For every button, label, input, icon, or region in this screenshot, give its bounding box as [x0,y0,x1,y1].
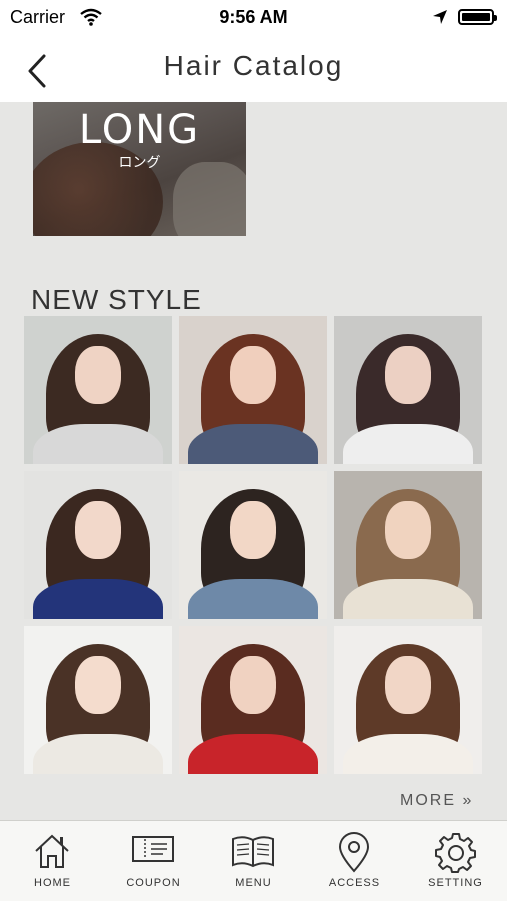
tab-bar: HOME COUPON MENU ACCESS SETTING [0,820,507,901]
photo-shape [385,656,431,714]
photo-shape [188,424,318,464]
category-subtitle: ロング [118,154,161,170]
photo-shape [343,734,473,774]
section-title: NEW STYLE [31,284,202,315]
style-photo[interactable] [24,471,172,619]
status-bar: Carrier 9:56 AM [0,0,507,36]
tab-label-coupon: COUPON [126,877,181,889]
style-photo[interactable] [334,316,482,464]
tab-setting[interactable]: SETTING [405,821,506,901]
photo-shape [343,579,473,619]
clock: 9:56 AM [219,7,288,27]
photo-shape [75,346,121,404]
style-photo[interactable] [179,626,327,774]
photo-shape [33,734,163,774]
photo-shape [33,579,163,619]
gear-icon [435,833,476,873]
page-title: Hair Catalog [163,50,344,81]
photo-shape [33,424,163,464]
photo-shape [75,501,121,559]
tab-menu[interactable]: MENU [203,821,304,901]
more-link[interactable]: MORE » [400,792,473,810]
menu-book-icon [232,836,274,868]
style-photo[interactable] [24,626,172,774]
photo-shape [385,346,431,404]
location-arrow-icon [432,9,448,30]
photo-shape [75,656,121,714]
style-photo[interactable] [179,316,327,464]
photo-shape [230,346,276,404]
style-photo[interactable] [334,471,482,619]
tab-home[interactable]: HOME [2,821,103,901]
photo-shape [188,579,318,619]
tab-label-setting: SETTING [428,877,483,889]
photo-shape [230,501,276,559]
coupon-icon [132,836,174,862]
tab-label-access: ACCESS [328,877,381,889]
photo-shape [173,162,246,236]
category-title: LONG [78,107,201,153]
style-grid [24,316,484,776]
home-icon [35,834,69,868]
category-tile-long[interactable]: LONG ロング [33,102,246,236]
tab-label-menu: MENU [235,877,272,889]
photo-shape [230,656,276,714]
photo-shape [188,734,318,774]
tab-label-home: HOME [34,877,71,889]
style-photo[interactable] [179,471,327,619]
photo-shape [343,424,473,464]
style-photo[interactable] [24,316,172,464]
battery-icon [458,9,497,25]
tab-coupon[interactable]: COUPON [103,821,204,901]
photo-shape [385,501,431,559]
location-pin-icon [338,832,370,873]
tab-access[interactable]: ACCESS [304,821,405,901]
navigation-bar: Hair Catalog [0,36,507,102]
style-photo[interactable] [334,626,482,774]
